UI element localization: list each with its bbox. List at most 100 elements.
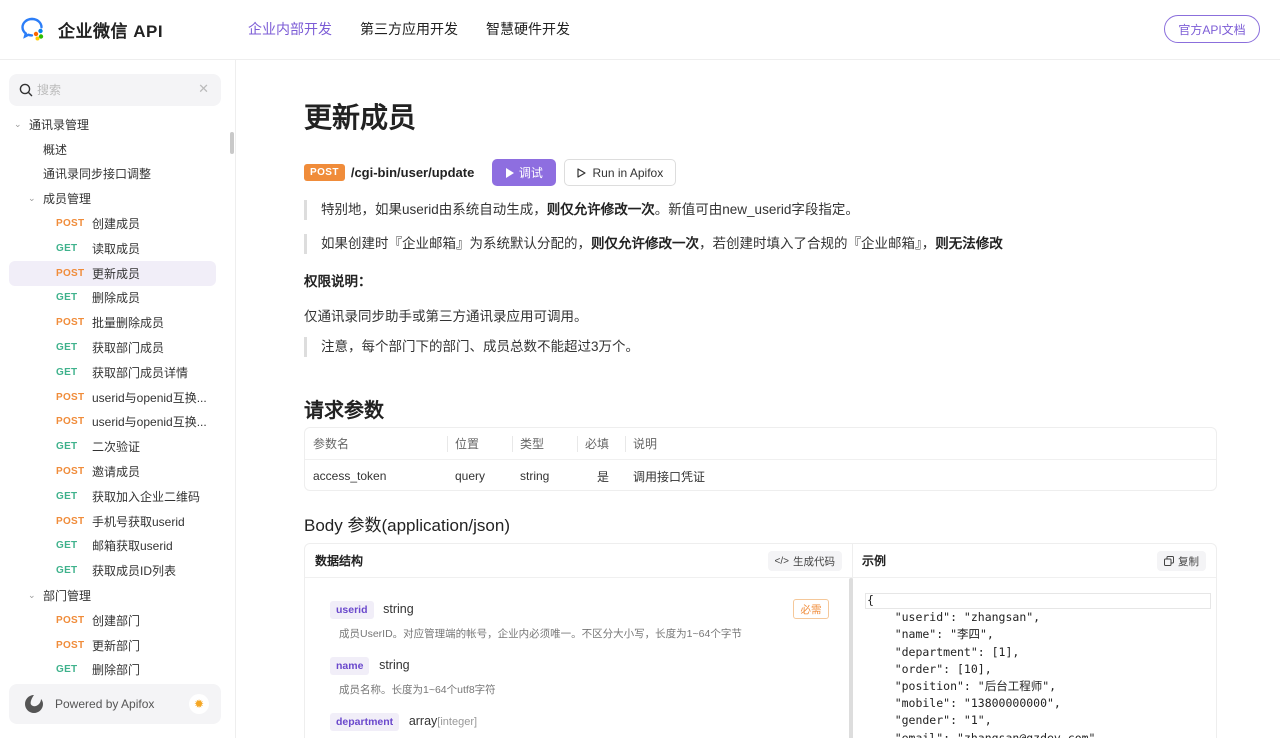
tree-api-item[interactable]: POST 批量删除成员	[0, 310, 228, 335]
method-label: POST	[56, 614, 85, 626]
note-userid-auto: 特别地，如果userid由系统自动生成，则仅允许修改一次。新值可由new_use…	[304, 200, 859, 220]
logo[interactable]: 企业微信 API	[20, 16, 163, 42]
tree-api-item[interactable]: GET 二次验证	[0, 434, 228, 459]
tree-api-label: 邮箱获取userid	[92, 539, 173, 554]
code-line: "position": "后台工程师",	[867, 679, 1057, 694]
top-header: 企业微信 API 企业内部开发 第三方应用开发 智慧硬件开发 官方API文档	[0, 0, 1280, 60]
tree-api-label: 读取成员	[92, 241, 141, 256]
tree-folder[interactable]: ⌄ 部门管理	[0, 583, 228, 608]
nav-hardware-dev[interactable]: 智慧硬件开发	[486, 19, 570, 39]
search-input[interactable]	[37, 83, 187, 97]
debug-button[interactable]: 调试	[492, 159, 557, 186]
body-params-heading: Body 参数(application/json)	[304, 516, 510, 535]
powered-by-text: Powered by Apifox	[55, 697, 155, 711]
schema-scrollbar[interactable]	[849, 578, 853, 738]
tree-api-item[interactable]: GET 获取成员ID列表	[0, 558, 228, 583]
method-label: POST	[56, 391, 85, 403]
page-title: 更新成员	[304, 102, 417, 133]
tree-api-item[interactable]: GET 读取成员	[0, 236, 228, 261]
note1-text-b: 则仅允许修改一次	[546, 202, 655, 217]
tree-api-item[interactable]: POST userid与openid互换...	[0, 385, 228, 410]
example-code[interactable]: { "userid": "zhangsan", "name": "李四", "d…	[867, 592, 1213, 738]
sidebar: ✕ ⌄通讯录管理概述通讯录同步接口调整 ⌄成员管理POST创建成员 GET 读取成员 P…	[0, 60, 236, 738]
params-header-row: 参数名 位置 类型 必填 说明	[305, 428, 1216, 460]
tree-folder[interactable]: ⌄ 成员管理	[0, 186, 228, 211]
note2-text-b: 则仅允许修改一次	[591, 236, 699, 251]
tree-doc-label: 通讯录同步接口调整	[43, 167, 152, 182]
note1-text-c: 。新值可由new_userid字段指定。	[654, 202, 859, 217]
tree-api-item[interactable]: POST 创建成员	[0, 211, 228, 236]
note-email: 如果创建时『企业邮箱』为系统默认分配的，则仅允许修改一次，若创建时填入了合规的『…	[304, 234, 1003, 254]
tree-api-item[interactable]: GET 获取加入企业二维码	[0, 484, 228, 509]
run-in-apifox-button[interactable]: Run in Apifox	[564, 159, 677, 186]
tree-api-label: 创建部门	[92, 613, 141, 628]
copy-icon	[1164, 556, 1174, 566]
tree-api-label: userid与openid互换...	[92, 415, 207, 430]
tree-api-item[interactable]: GET 邮箱获取userid	[0, 534, 228, 559]
param-desc-cell: 调用接口凭证	[633, 469, 706, 484]
example-header: 示例 复制	[853, 544, 1216, 578]
method-label: POST	[56, 416, 85, 428]
tree-api-label: 更新成员	[92, 266, 141, 281]
method-label: POST	[56, 639, 85, 651]
tree-api-label: 获取部门成员详情	[92, 365, 189, 380]
tree-api-item[interactable]: POST userid与openid互换...	[0, 410, 228, 435]
tree-folder[interactable]: ⌄ 通讯录管理	[0, 112, 228, 137]
chevron-down-icon[interactable]: ⌄	[14, 119, 26, 130]
official-doc-button[interactable]: 官方API文档	[1164, 15, 1260, 43]
powered-by: Powered by Apifox ✹	[9, 684, 221, 724]
method-label: GET	[56, 366, 78, 378]
method-label: GET	[56, 540, 78, 552]
method-label: GET	[56, 664, 78, 676]
nav-third-party-dev[interactable]: 第三方应用开发	[360, 19, 458, 39]
schema-header: 数据结构 </> 生成代码	[305, 544, 852, 578]
code-line: "userid": "zhangsan",	[867, 610, 1041, 625]
field-userid: userid string	[330, 601, 414, 619]
clear-search-icon[interactable]: ✕	[198, 81, 209, 97]
code-icon: </>	[774, 555, 789, 567]
tree-api-item-active[interactable]: POST 更新成员	[9, 260, 216, 286]
api-tree: ⌄ 通讯录管理概述通讯录同步接口调整 ⌄ 成员管理 POST 创建成员 GET 读取成员 POS…	[0, 112, 228, 682]
tree-api-item[interactable]: POST 创建部门	[0, 608, 228, 633]
run-in-apifox-label: Run in Apifox	[592, 165, 664, 180]
generate-code-button[interactable]: </> 生成代码	[767, 551, 842, 571]
copy-button[interactable]: 复制	[1157, 551, 1206, 571]
tree-doc-item[interactable]: 通讯录同步接口调整	[0, 162, 228, 187]
tree-doc-item[interactable]: 概述	[0, 137, 228, 162]
note2-text-a: 如果创建时『企业邮箱』为系统默认分配的，	[321, 236, 591, 251]
tree-api-item[interactable]: GET 获取部门成员	[0, 335, 228, 360]
tree-api-item[interactable]: GET 删除成员	[0, 286, 228, 311]
tree-doc-label: 概述	[43, 142, 68, 157]
permission-title: 权限说明：	[304, 274, 372, 289]
nav-internal-dev[interactable]: 企业内部开发	[248, 19, 332, 39]
chevron-down-icon[interactable]: ⌄	[28, 590, 40, 601]
permission-text: 仅通讯录同步助手或第三方通讯录应用可调用。	[304, 309, 588, 324]
field-type-sub: [integer]	[437, 716, 478, 728]
tree-api-item[interactable]: POST 邀请成员	[0, 459, 228, 484]
code-line: "name": "李四",	[867, 627, 994, 642]
chevron-down-icon[interactable]: ⌄	[28, 193, 40, 204]
request-params-heading: 请求参数	[304, 400, 384, 422]
code-line: "gender": "1",	[867, 713, 992, 728]
method-badge: POST	[304, 164, 345, 181]
method-label: POST	[56, 466, 85, 478]
method-label: GET	[56, 565, 78, 577]
method-label: GET	[56, 242, 78, 254]
copy-label: 复制	[1178, 555, 1199, 568]
field-type: string	[383, 602, 414, 616]
note1-text-a: 特别地，如果userid由系统自动生成，	[321, 202, 547, 217]
tree-api-item[interactable]: GET 获取部门成员详情	[0, 360, 228, 385]
field-type-main: array	[408, 714, 438, 728]
tree-api-item[interactable]: POST 手机号获取userid	[0, 509, 228, 534]
col-description: 说明	[625, 428, 1205, 459]
tree-api-label: 获取成员ID列表	[92, 564, 177, 579]
theme-toggle-sun-icon[interactable]: ✹	[189, 694, 209, 714]
tree-api-item[interactable]: GET 删除部门	[0, 658, 228, 683]
sidebar-scrollbar[interactable]	[230, 132, 234, 154]
tree-api-label: 删除成员	[92, 291, 141, 306]
param-name-cell: access_token	[313, 469, 387, 483]
tree-api-label: 获取加入企业二维码	[92, 489, 201, 504]
tree-api-item[interactable]: POST 更新部门	[0, 633, 228, 658]
endpoint-bar: POST /cgi-bin/user/update 调试 Run in Apif…	[304, 159, 677, 186]
tree-api-label: userid与openid互换...	[92, 390, 207, 405]
